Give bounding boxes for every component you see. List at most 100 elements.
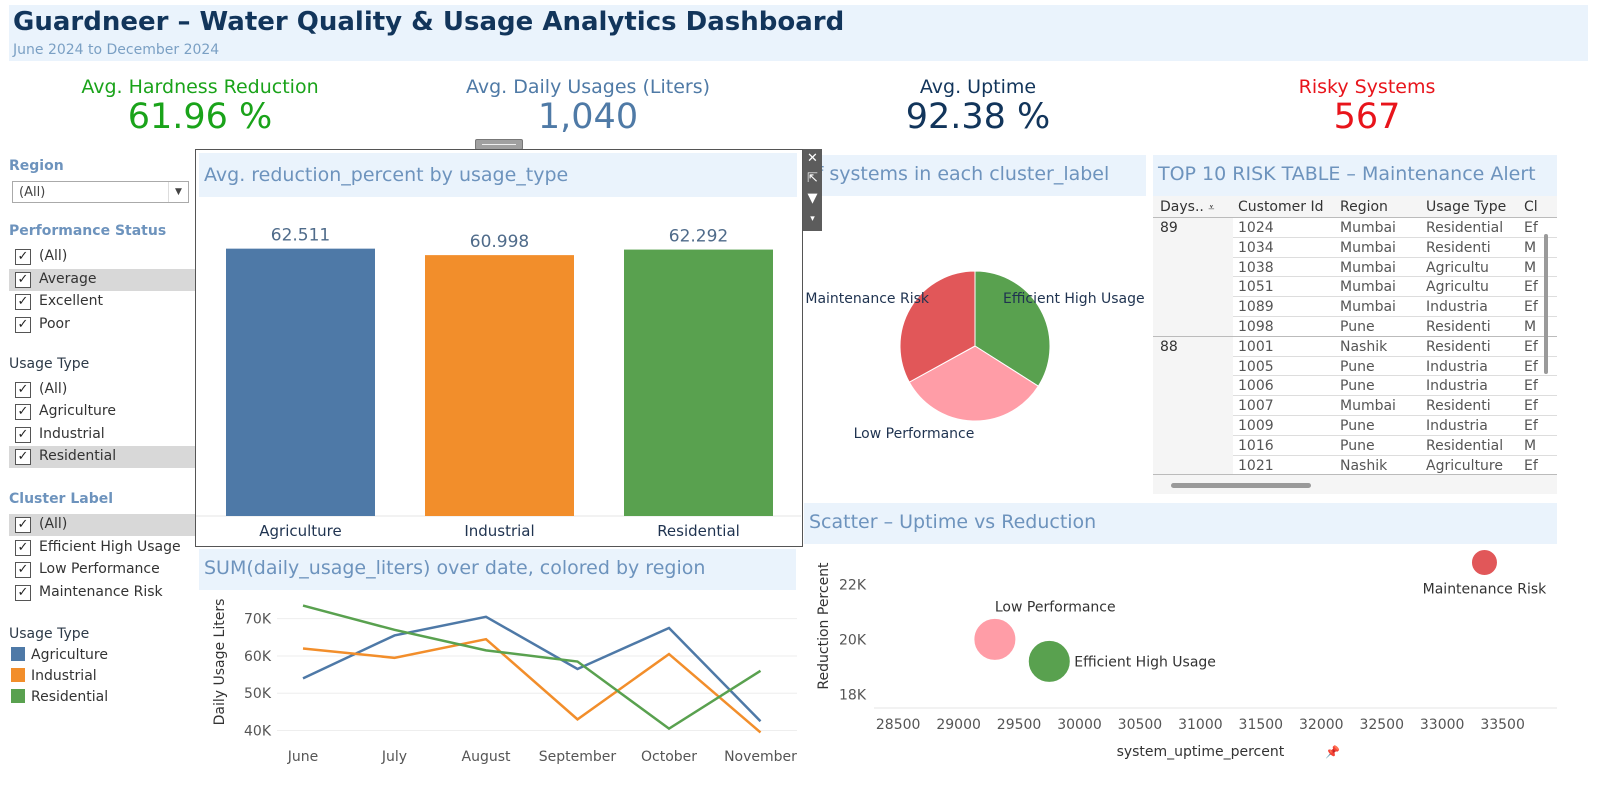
scatter-y-axis-title: Reduction Percent <box>816 562 832 690</box>
table-cell: 1006 <box>1238 378 1274 395</box>
table-cell: 1005 <box>1238 358 1274 375</box>
table-cell: 1021 <box>1238 457 1274 474</box>
line-series <box>302 604 762 731</box>
line-x-tick-label: August <box>462 749 512 765</box>
bar-chart[interactable]: 62.511 Agriculture 60.998 Industrial 62.292 R… <box>196 198 801 546</box>
table-column-header[interactable]: Cl <box>1524 199 1538 215</box>
scatter-y-tick-label: 20K <box>839 632 867 648</box>
checkbox-icon[interactable]: ✓ <box>15 585 31 601</box>
horizontal-scrollbar[interactable] <box>1171 483 1311 488</box>
table-row[interactable]: 1098 Pune Residenti M <box>1233 317 1557 337</box>
scatter-x-tick-label: 31500 <box>1239 717 1284 733</box>
table-row[interactable]: 1024 Mumbai Residential Ef <box>1233 218 1557 238</box>
checkbox-icon[interactable]: ✓ <box>15 317 31 333</box>
table-group-days: 88 <box>1160 338 1178 355</box>
table-cell: 1051 <box>1238 279 1274 296</box>
table-row[interactable]: 1005 Pune Industria Ef <box>1233 356 1557 377</box>
cluster-option-low-performance[interactable]: ✓ Low Performance <box>9 559 197 581</box>
bar-industrial <box>425 255 574 516</box>
checkbox-icon[interactable]: ✓ <box>15 517 31 533</box>
usage-option-industrial[interactable]: ✓ Industrial <box>9 424 197 446</box>
scatter-point <box>1027 639 1071 683</box>
line-x-tick-label: September <box>539 749 617 765</box>
legend-item-industrial[interactable]: Industrial <box>11 668 97 684</box>
table-cell: Ef <box>1524 220 1538 236</box>
chevron-down-icon[interactable]: ▼ <box>168 182 188 202</box>
kpi-hardness-reduction: Avg. Hardness Reduction 61.96 % <box>40 76 360 136</box>
risk-table[interactable]: Days.. ⩡ Customer Id Region Usage Type Cl 89 1… <box>1153 196 1557 494</box>
table-row[interactable]: 1051 Mumbai Agricultu Ef <box>1233 277 1557 298</box>
checkbox-icon[interactable]: ✓ <box>15 294 31 310</box>
table-cell: 1098 <box>1238 319 1274 335</box>
table-row[interactable]: 1038 Mumbai Agricultu M <box>1233 257 1557 278</box>
kpi-value: 92.38 % <box>905 97 1051 137</box>
table-cell: Pune <box>1340 418 1375 434</box>
table-row[interactable]: 1006 Pune Industria Ef <box>1233 376 1557 397</box>
table-group-days: 89 <box>1160 220 1178 236</box>
line-chart[interactable]: 40K 50K 60K 70K June July August September Octob… <box>199 592 799 787</box>
vertical-scrollbar[interactable] <box>1544 234 1548 374</box>
table-cell: 1089 <box>1238 299 1274 316</box>
table-cell: Mumbai <box>1340 279 1396 296</box>
usage-filter-title: Usage Type <box>9 356 90 372</box>
table-row[interactable]: 1007 Mumbai Residenti Ef <box>1233 396 1557 416</box>
performance-option-poor[interactable]: ✓ Poor <box>9 314 197 336</box>
checkbox-icon[interactable]: ✓ <box>15 562 31 578</box>
popout-icon[interactable]: ⇱ <box>803 169 822 189</box>
usage-option-residential[interactable]: ✓ Residential <box>9 446 197 468</box>
region-filter-title: Region <box>9 158 64 174</box>
table-cell: Nashik <box>1340 338 1388 355</box>
region-dropdown[interactable]: (All) ▼ <box>12 181 189 203</box>
cluster-option-all[interactable]: ✓ (All) <box>9 514 197 536</box>
table-cell: 1001 <box>1238 338 1274 355</box>
filter-icon[interactable]: ▼ <box>803 189 822 209</box>
performance-option-excellent[interactable]: ✓ Excellent <box>9 291 197 313</box>
legend-item-agriculture[interactable]: Agriculture <box>11 647 108 663</box>
scatter-y-tick-label: 22K <box>839 577 867 593</box>
more-icon[interactable]: ▾ <box>803 209 822 229</box>
checkbox-icon[interactable]: ✓ <box>15 382 31 398</box>
table-row[interactable]: 1001 Nashik Residenti Ef <box>1233 336 1557 357</box>
table-row[interactable]: 1089 Mumbai Industria Ef <box>1233 297 1557 317</box>
pie-label: Maintenance Risk <box>805 291 930 307</box>
performance-option-average[interactable]: ✓ Average <box>9 269 197 291</box>
checkbox-icon[interactable]: ✓ <box>15 449 31 465</box>
legend-swatch <box>11 647 25 661</box>
checkbox-icon[interactable]: ✓ <box>15 272 31 288</box>
scatter-chart[interactable]: 28500 29000 29500 30000 30500 31000 31500 32000… <box>804 546 1564 789</box>
bar-panel-title: Avg. reduction_percent by usage_type <box>199 153 797 197</box>
table-column-header[interactable]: Usage Type <box>1426 199 1506 215</box>
pie-label: Efficient High Usage <box>1003 291 1145 307</box>
table-cell: Mumbai <box>1340 398 1396 415</box>
bar-panel[interactable]: Avg. reduction_percent by usage_type 62.… <box>195 149 803 547</box>
checkbox-icon[interactable]: ✓ <box>15 404 31 420</box>
legend-item-residential[interactable]: Residential <box>11 689 108 705</box>
scatter-y-tick-label: 18K <box>839 687 867 703</box>
close-icon[interactable]: ✕ <box>803 149 822 169</box>
performance-option-all[interactable]: ✓ (All) <box>9 246 197 268</box>
checkbox-icon[interactable]: ✓ <box>15 540 31 556</box>
usage-option-all[interactable]: ✓ (All) <box>9 379 197 401</box>
table-row[interactable]: 1009 Pune Industria Ef <box>1233 416 1557 436</box>
kpi-label: Risky Systems <box>1298 76 1436 98</box>
cluster-option-maintenance-risk[interactable]: ✓ Maintenance Risk <box>9 582 197 604</box>
usage-option-agriculture[interactable]: ✓ Agriculture <box>9 401 197 423</box>
table-column-header[interactable]: Region <box>1340 199 1388 215</box>
table-row[interactable]: 1021 Nashik Agriculture Ef <box>1233 455 1557 476</box>
sort-icon[interactable]: ⩡ <box>1208 201 1214 214</box>
checkbox-icon[interactable]: ✓ <box>15 249 31 265</box>
table-cell: 1007 <box>1238 398 1274 415</box>
table-cell: Nashik <box>1340 457 1388 474</box>
pie-chart[interactable]: Efficient High Usage Low Performance Maint… <box>800 200 1150 500</box>
table-column-header[interactable]: Days.. ⩡ <box>1160 199 1215 215</box>
table-cell: 1034 <box>1238 239 1274 256</box>
table-row[interactable]: 1016 Pune Residential M <box>1233 435 1557 456</box>
table-row[interactable]: 1034 Mumbai Residenti M <box>1233 237 1557 258</box>
line-y-tick-label: 60K <box>244 649 272 665</box>
kpi-label: Avg. Uptime <box>919 76 1037 98</box>
floating-toolbar[interactable]: ✕ ⇱ ▼ ▾ <box>803 149 822 231</box>
table-column-header[interactable]: Customer Id <box>1238 199 1323 215</box>
cluster-option-efficient[interactable]: ✓ Efficient High Usage <box>9 537 197 559</box>
checkbox-icon[interactable]: ✓ <box>15 427 31 443</box>
kpi-risky-systems: Risky Systems 567 <box>1207 76 1527 136</box>
